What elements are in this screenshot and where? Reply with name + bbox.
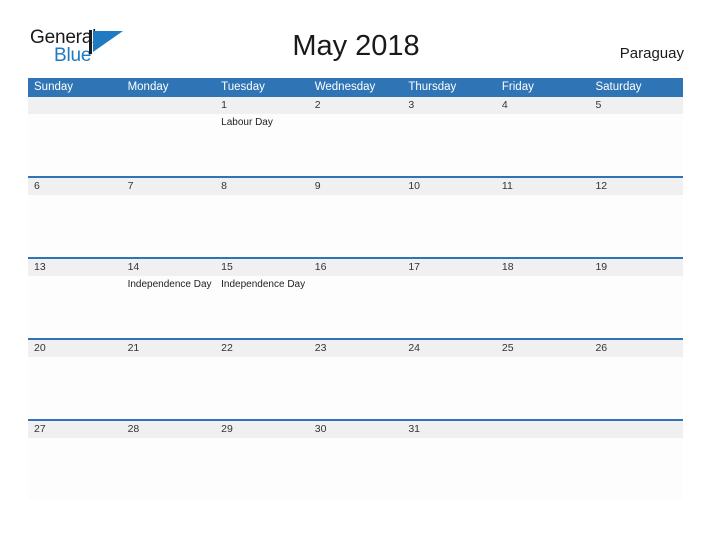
day-event: [122, 114, 216, 176]
day-number[interactable]: [122, 97, 216, 114]
day-number-band: 27 28 29 30 31: [28, 421, 683, 438]
week-row: 13 14 15 16 17 18 19 Independence Day In…: [28, 259, 683, 340]
day-number[interactable]: 5: [589, 97, 683, 114]
day-number[interactable]: 10: [402, 178, 496, 195]
day-number[interactable]: 12: [589, 178, 683, 195]
day-event: [215, 195, 309, 257]
day-event: [28, 114, 122, 176]
day-event: Labour Day: [221, 117, 273, 128]
day-number[interactable]: 13: [28, 259, 122, 276]
day-number[interactable]: 21: [122, 340, 216, 357]
weekday-saturday: Saturday: [595, 81, 642, 93]
day-event: [402, 195, 496, 257]
day-event-band: [28, 195, 683, 257]
day-event: [122, 357, 216, 419]
day-event-band: Independence Day Independence Day: [28, 276, 683, 338]
calendar-grid: Sunday Monday Tuesday Wednesday Thursday…: [28, 78, 683, 502]
day-number[interactable]: 4: [496, 97, 590, 114]
day-number[interactable]: 29: [215, 421, 309, 438]
day-number[interactable]: 30: [309, 421, 403, 438]
day-number[interactable]: 18: [496, 259, 590, 276]
day-number[interactable]: [496, 421, 590, 438]
day-number[interactable]: 26: [589, 340, 683, 357]
day-event: [589, 438, 683, 500]
day-number[interactable]: 1: [215, 97, 309, 114]
day-number[interactable]: 9: [309, 178, 403, 195]
page-title: May 2018: [292, 30, 420, 62]
day-event-band: Labour Day: [28, 114, 683, 176]
weekday-sunday: Sunday: [34, 81, 74, 93]
day-number[interactable]: 15: [215, 259, 309, 276]
day-event: [309, 357, 403, 419]
day-event: [589, 276, 683, 338]
day-event: [309, 114, 403, 176]
day-number-band: 6 7 8 9 10 11 12: [28, 178, 683, 195]
day-event: [28, 438, 122, 500]
week-row: 20 21 22 23 24 25 26: [28, 340, 683, 421]
weekday-friday: Friday: [501, 81, 534, 93]
weekday-wednesday: Wednesday: [314, 81, 376, 93]
day-number[interactable]: 25: [496, 340, 590, 357]
weekday-monday: Monday: [127, 81, 169, 93]
day-event: [589, 357, 683, 419]
day-number[interactable]: 19: [589, 259, 683, 276]
day-event: [589, 114, 683, 176]
day-number[interactable]: 24: [402, 340, 496, 357]
day-number[interactable]: 2: [309, 97, 403, 114]
day-event: Independence Day: [221, 279, 306, 290]
week-row: 6 7 8 9 10 11 12: [28, 178, 683, 259]
day-event: [589, 195, 683, 257]
day-event: [309, 195, 403, 257]
weekday-header-row: Sunday Monday Tuesday Wednesday Thursday…: [28, 78, 683, 97]
day-event: [402, 276, 496, 338]
day-event: [402, 438, 496, 500]
day-event: [122, 438, 216, 500]
week-row: 27 28 29 30 31: [28, 421, 683, 502]
week-row: 1 2 3 4 5 Labour Day: [28, 97, 683, 178]
country-label: Paraguay: [619, 45, 684, 62]
day-event: [122, 195, 216, 257]
day-number[interactable]: [589, 421, 683, 438]
day-number[interactable]: 16: [309, 259, 403, 276]
weekday-thursday: Thursday: [408, 81, 457, 93]
day-event: [496, 276, 590, 338]
day-number[interactable]: 11: [496, 178, 590, 195]
day-event: [28, 276, 122, 338]
day-event: [496, 114, 590, 176]
day-number-band: 20 21 22 23 24 25 26: [28, 340, 683, 357]
day-event: [402, 357, 496, 419]
day-number[interactable]: [28, 97, 122, 114]
day-event-band: [28, 357, 683, 419]
day-event: [402, 114, 496, 176]
day-number[interactable]: 6: [28, 178, 122, 195]
day-event-band: [28, 438, 683, 500]
day-number[interactable]: 14: [122, 259, 216, 276]
day-event: [309, 276, 403, 338]
day-number[interactable]: 23: [309, 340, 403, 357]
day-number[interactable]: 28: [122, 421, 216, 438]
day-number[interactable]: 20: [28, 340, 122, 357]
day-event: [28, 195, 122, 257]
day-number-band: 1 2 3 4 5: [28, 97, 683, 114]
day-number[interactable]: 22: [215, 340, 309, 357]
day-number[interactable]: 31: [402, 421, 496, 438]
day-number[interactable]: 7: [122, 178, 216, 195]
day-number[interactable]: 27: [28, 421, 122, 438]
day-event: [496, 195, 590, 257]
day-event: [496, 357, 590, 419]
day-number-band: 13 14 15 16 17 18 19: [28, 259, 683, 276]
day-event: [496, 438, 590, 500]
day-event: Independence Day: [127, 279, 212, 290]
day-number[interactable]: 3: [402, 97, 496, 114]
weekday-tuesday: Tuesday: [221, 81, 265, 93]
day-number[interactable]: 8: [215, 178, 309, 195]
day-event: [215, 357, 309, 419]
day-event: [215, 438, 309, 500]
page-header: General Blue May 2018 Paraguay: [0, 0, 712, 76]
calendar-page: General Blue May 2018 Paraguay Sunday Mo…: [0, 0, 712, 550]
day-number[interactable]: 17: [402, 259, 496, 276]
day-event: [28, 357, 122, 419]
day-event: [309, 438, 403, 500]
